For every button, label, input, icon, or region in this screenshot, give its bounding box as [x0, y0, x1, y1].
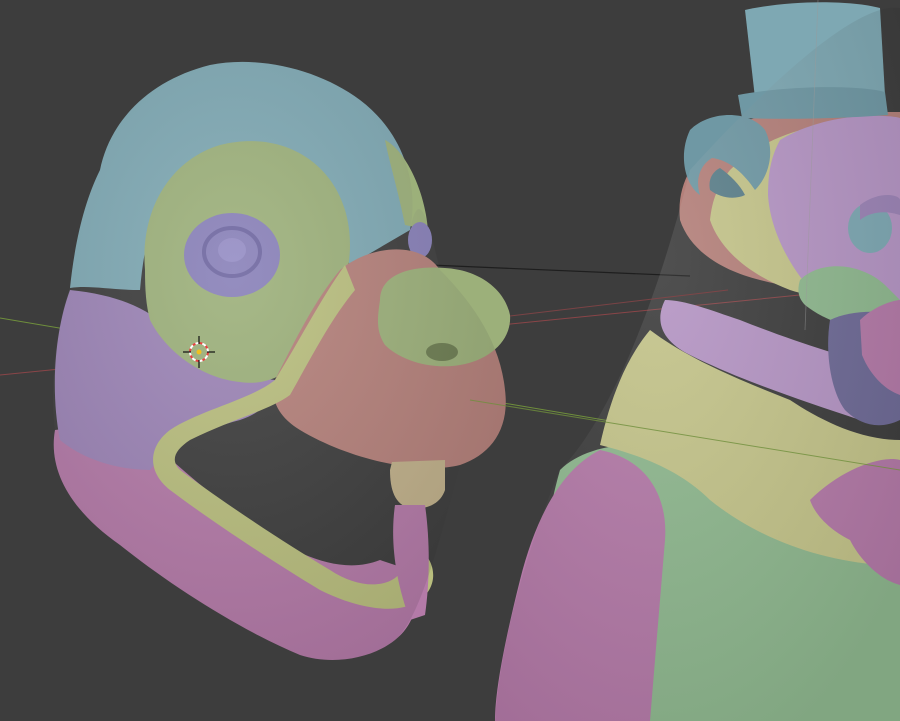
rabbit-head-sculpt[interactable] — [53, 61, 511, 660]
viewport-canvas[interactable] — [0, 0, 900, 721]
bear-character-sculpt[interactable] — [495, 2, 900, 721]
3d-viewport[interactable] — [0, 0, 900, 721]
